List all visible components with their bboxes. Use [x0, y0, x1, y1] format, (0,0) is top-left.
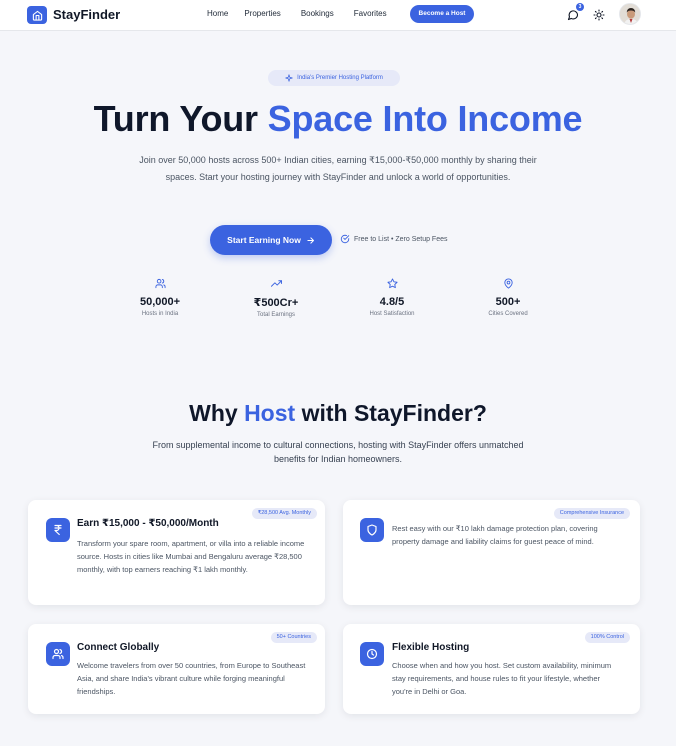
card-title: Flexible Hosting: [392, 642, 470, 653]
start-earning-label: Start Earning Now: [227, 235, 301, 245]
chat-count-badge: 3: [576, 3, 584, 11]
map-pin-icon: [458, 278, 558, 292]
card-body: Rest easy with our ₹10 lakh damage prote…: [392, 524, 598, 546]
hero-subtitle: Join over 50,000 hosts across 500+ India…: [139, 155, 537, 182]
stat-label: Hosts in India: [141, 311, 179, 317]
arrow-right-icon: [307, 236, 314, 244]
nav-links: Home Properties Bookings Favorites: [207, 9, 407, 18]
benefit-card-global: 50+ Countries Connect Globally Welcome t…: [28, 624, 325, 714]
nav-link-favorites[interactable]: Favorites: [354, 9, 387, 18]
why-title-part: with StayFinder?: [295, 400, 487, 426]
card-title: Earn ₹15,000 - ₹50,000/Month: [77, 518, 219, 529]
sparkle-icon: [285, 74, 293, 82]
card-tag: Comprehensive Insurance: [553, 508, 630, 519]
stat-earnings: ₹500Cr+ Total Earnings: [226, 278, 326, 318]
why-title-part: Why: [189, 400, 245, 426]
free-note: Free to List • Zero Setup Fees: [340, 234, 448, 244]
stat-hosts: 50,000+ Hosts in India: [110, 278, 210, 317]
users-icon: [46, 642, 70, 666]
top-nav: StayFinder Home Properties Bookings Favo…: [0, 0, 676, 31]
card-body: Welcome travelers from over 50 countries…: [77, 661, 306, 696]
users-icon: [110, 278, 210, 292]
card-tag: 50+ Countries: [270, 632, 317, 643]
trending-up-icon: [226, 278, 326, 292]
avatar[interactable]: [619, 3, 641, 25]
nav-link-home[interactable]: Home: [207, 9, 228, 18]
stat-label: Total Earnings: [256, 312, 296, 318]
shield-icon: [360, 518, 384, 542]
benefit-card-flexible: 100% Control Flexible Hosting Choose whe…: [343, 624, 640, 714]
hero-title-accent: Space Into Income: [267, 98, 583, 139]
stat-value: 4.8/5: [379, 296, 405, 308]
stat-value: ₹500Cr+: [253, 297, 299, 309]
start-earning-button[interactable]: Start Earning Now: [210, 225, 332, 255]
star-icon: [342, 278, 442, 292]
stat-cities: 500+ Cities Covered: [458, 278, 558, 317]
card-body: Choose when and how you host. Set custom…: [392, 661, 612, 696]
hero-badge: India's Premier Hosting Platform: [268, 70, 400, 86]
home-icon[interactable]: [27, 6, 47, 24]
nav-link-bookings[interactable]: Bookings: [301, 9, 334, 18]
hero-title-part: Turn Your: [93, 98, 268, 139]
stat-value: 500+: [495, 296, 521, 308]
stat-label: Cities Covered: [488, 311, 528, 317]
stat-satisfaction: 4.8/5 Host Satisfaction: [342, 278, 442, 317]
nav-link-properties[interactable]: Properties: [244, 9, 280, 18]
stats-row: 50,000+ Hosts in India ₹500Cr+ Total Ear…: [100, 278, 576, 328]
free-note-label: Free to List • Zero Setup Fees: [354, 235, 448, 243]
sun-icon[interactable]: [593, 8, 605, 21]
card-body: Transform your spare room, apartment, or…: [77, 539, 305, 574]
stat-value: 50,000+: [139, 296, 181, 308]
why-subtitle: From supplemental income to cultural con…: [152, 440, 524, 464]
hero-title: Turn Your Space Into Income: [0, 98, 676, 140]
benefit-card-insurance: Comprehensive Insurance Rest easy with o…: [343, 500, 640, 605]
brand-name[interactable]: StayFinder: [53, 7, 120, 22]
rupee-icon: [46, 518, 70, 542]
clock-icon: [360, 642, 384, 666]
why-title: Why Host with StayFinder?: [0, 400, 676, 427]
benefit-card-earn: ₹28,500 Avg. Monthly Earn ₹15,000 - ₹50,…: [28, 500, 325, 605]
stat-label: Host Satisfaction: [369, 311, 415, 317]
check-circle-icon: [340, 234, 350, 244]
hero-badge-label: India's Premier Hosting Platform: [297, 75, 383, 81]
why-title-accent: Host: [244, 400, 296, 426]
card-tag: ₹28,500 Avg. Monthly: [251, 508, 317, 519]
card-tag: 100% Control: [584, 632, 630, 643]
card-title: Connect Globally: [77, 642, 160, 653]
become-host-button[interactable]: Become a Host: [410, 5, 474, 23]
